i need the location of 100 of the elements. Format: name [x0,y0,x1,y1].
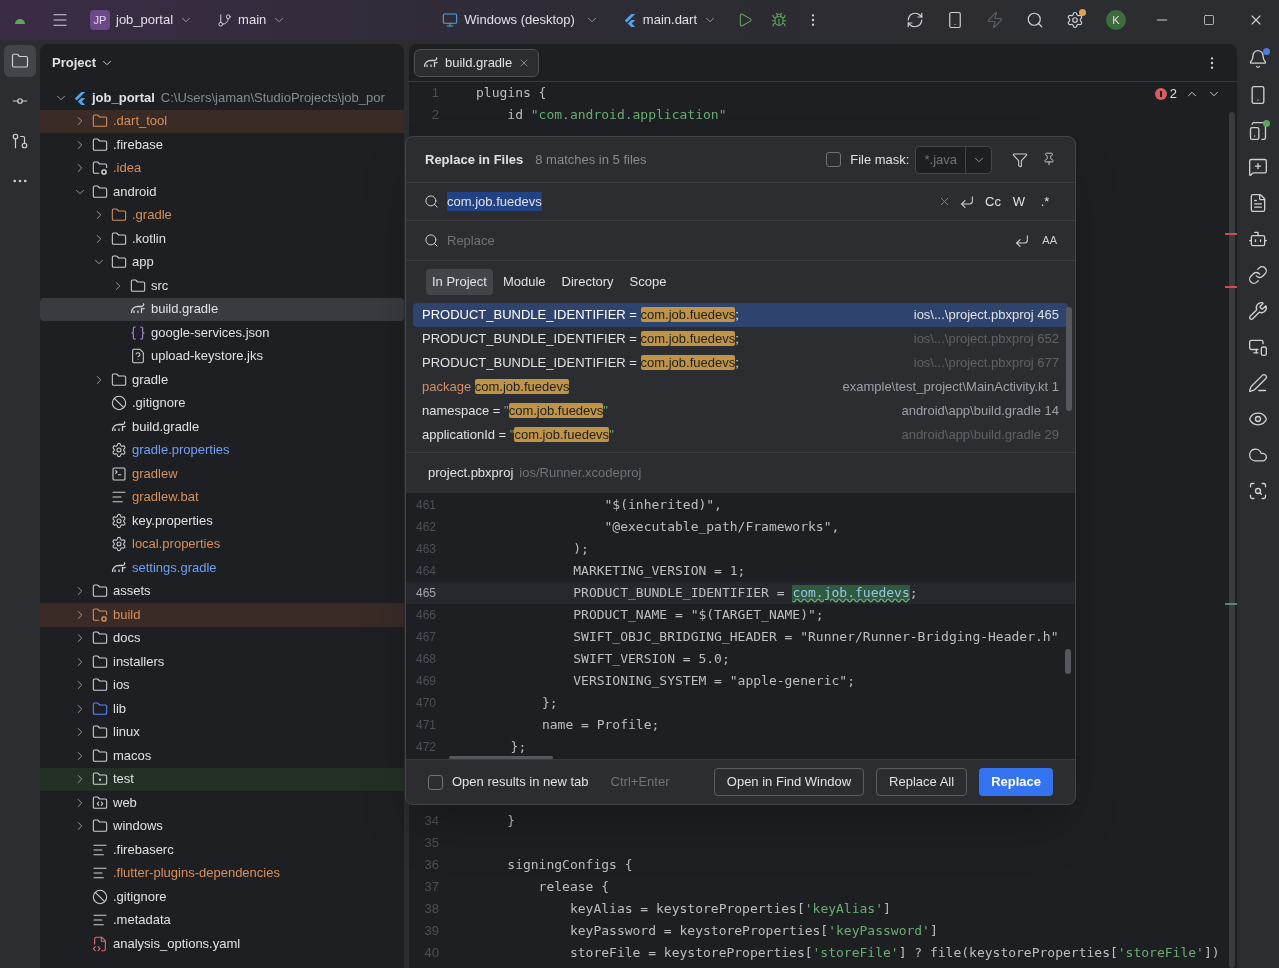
monitor-phone-icon[interactable] [1248,337,1268,357]
tree-item[interactable]: local.properties [40,532,404,556]
tree-item[interactable]: .flutter-plugins-dependencies [40,861,404,885]
filter-icon[interactable] [1012,151,1028,168]
folder-gear-icon [92,606,108,623]
tree-item[interactable]: .gitignore [40,391,404,415]
pull-request-icon[interactable] [11,132,29,150]
wrench-icon[interactable] [1248,301,1268,321]
result-row[interactable]: PRODUCT_BUNDLE_IDENTIFIER = com.job.fuedevs; ios\...\project.pbxproj 652 [413,327,1068,351]
tree-item[interactable]: .kotlin [40,227,404,251]
checkbox[interactable] [826,152,842,167]
tree-item[interactable]: assets [40,579,404,603]
tree-item[interactable]: gradle [40,368,404,392]
tree-item[interactable]: linux [40,720,404,744]
tree-item[interactable]: build.gradle [40,415,404,439]
newline-icon[interactable] [1014,232,1031,249]
search-icon[interactable] [424,233,439,248]
tree-item[interactable]: build [40,603,404,627]
primary-button[interactable]: Replace [979,768,1053,796]
tree-item[interactable]: app [40,250,404,274]
scrollbar-thumb[interactable] [449,756,553,759]
tree-item[interactable]: .gradle [40,203,404,227]
branch-switcher[interactable]: main [213,6,291,34]
robot-icon[interactable] [1248,229,1268,249]
tree-item[interactable]: android [40,180,404,204]
menu-icon[interactable] [51,11,69,29]
error-count[interactable]: 2 [1154,84,1177,104]
scope-tab[interactable]: Scope [623,269,673,295]
link-icon[interactable] [1248,265,1268,285]
tree-item[interactable]: gradlew [40,462,404,486]
tree-item[interactable]: .gitignore [40,885,404,909]
scan-search-icon[interactable] [1248,481,1268,501]
tree-item[interactable]: upload-keystore.jks [40,344,404,368]
tree-item[interactable]: docs [40,626,404,650]
tree-item[interactable]: .firebase [40,133,404,157]
tree-item[interactable]: macos [40,744,404,768]
replace-field[interactable]: Replace [447,230,1015,251]
editor-tab[interactable]: build.gradle [414,48,540,77]
pin-icon[interactable] [1042,151,1056,166]
tree-item[interactable]: windows [40,814,404,838]
search-icon[interactable] [1026,11,1044,29]
result-row[interactable]: PRODUCT_BUNDLE_IDENTIFIER = com.job.fuedevs; ios\...\project.pbxproj 465 [413,303,1068,327]
run-icon[interactable] [737,12,754,28]
tree-item[interactable]: key.properties [40,509,404,533]
tree-item[interactable]: settings.gradle [40,556,404,580]
scope-tab[interactable]: Directory [555,269,620,295]
search-icon[interactable] [424,194,439,209]
preserve-case-toggle[interactable]: AA [1042,232,1057,249]
tree-item[interactable]: .firebaserc [40,838,404,862]
scrollbar-thumb[interactable] [1065,649,1071,674]
tree-item[interactable]: test [40,767,404,791]
tree-item[interactable]: google-services.json [40,321,404,345]
result-row[interactable]: PRODUCT_BUNDLE_IDENTIFIER = com.job.fuedevs; ios\...\project.pbxproj 677 [413,351,1068,375]
search-field[interactable]: com.job.fuedevs [447,191,938,212]
tree-item[interactable]: lib [40,697,404,721]
tree-item[interactable]: gradlew.bat [40,485,404,509]
checkbox[interactable] [428,774,443,790]
bug-icon[interactable] [771,12,788,28]
search-option-toggle[interactable]: .* [1033,190,1057,213]
cloud-icon[interactable] [1248,445,1268,465]
scope-tab[interactable]: In Project [426,269,493,295]
refresh-icon[interactable] [906,11,924,29]
chat-icon[interactable] [1248,157,1268,177]
bell-icon[interactable] [1248,49,1268,69]
tree-item[interactable]: web [40,791,404,815]
branch-icon [217,12,233,28]
tree-item[interactable]: .dart_tool [40,109,404,133]
scrollbar[interactable] [1229,112,1235,968]
tree-item[interactable]: analysis_options.yaml [40,932,404,956]
tree-item[interactable]: .metadata [40,908,404,932]
pencil-icon[interactable] [1248,373,1268,393]
tree-item[interactable]: src [40,274,404,298]
file-name: src [151,277,169,294]
tree-item[interactable]: .idea [40,156,404,180]
settings-icon[interactable] [1066,11,1084,29]
devices-icon[interactable] [1248,121,1268,141]
secondary-button[interactable]: Open in Find Window [713,768,865,796]
panel-title[interactable]: Project [52,53,97,73]
phone-icon[interactable] [946,11,964,29]
tree-item[interactable]: job_portal C:\Users\jaman\StudioProjects\job_por [40,86,404,110]
newline-icon[interactable] [959,193,975,210]
document-icon[interactable] [1248,193,1268,213]
scrollbar-thumb[interactable] [1066,307,1072,411]
project-switcher[interactable]: JP job_portal [86,6,198,34]
device-selector[interactable]: Windows (desktop) [438,6,603,34]
maximize-icon[interactable] [1202,14,1215,26]
tree-item[interactable]: gradle.properties [40,438,404,462]
clear-icon[interactable] [938,195,951,208]
tree-item[interactable]: ios [40,673,404,697]
file-mask-field[interactable]: *.java [915,145,992,174]
tree-item[interactable]: build.gradle [40,297,404,321]
scope-tab[interactable]: Module [496,269,552,295]
run-configuration[interactable]: main.dart [618,6,722,34]
avatar[interactable]: K [1106,10,1126,30]
search-option-toggle[interactable]: W [1007,190,1031,213]
folder-icon[interactable] [11,52,29,70]
search-option-toggle[interactable]: Cc [981,190,1005,213]
secondary-button[interactable]: Replace All [876,768,968,796]
result-row[interactable]: package com.job.fuedevs example\test_project\MainActivity.kt 1 [413,375,1068,399]
tree-item[interactable]: installers [40,650,404,674]
